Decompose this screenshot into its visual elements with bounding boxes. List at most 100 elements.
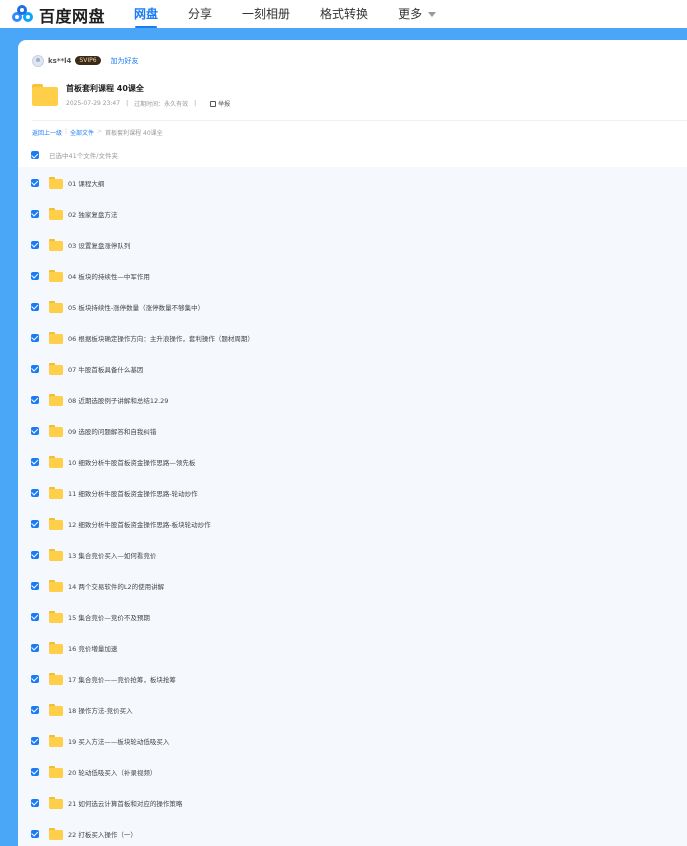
share-header: 首板套利课程 40课全 2025-07-29 23:47 | 过期时间：永久有效… [32,82,230,108]
file-row[interactable]: 15 集合竞价—竞价不及预期 [18,601,687,632]
sharer-username[interactable]: ks**l4 [48,57,71,65]
file-name[interactable]: 19 买入方法——板块轮动低吸买入 [68,736,169,746]
file-name[interactable]: 09 选股的问题解答和自我纠错 [68,426,156,436]
nav-more-label: 更多 [398,7,423,21]
row-checkbox[interactable] [31,767,39,776]
row-checkbox[interactable] [31,426,39,435]
file-name[interactable]: 01 课程大纲 [68,178,104,188]
row-checkbox[interactable] [31,829,39,838]
folder-icon [32,84,58,106]
file-row[interactable]: 01 课程大纲 [18,167,687,198]
file-row[interactable]: 12 细致分析牛股首板资金操作思路-板块轮动炒作 [18,508,687,539]
file-name[interactable]: 20 轮动低吸买入（补录视频） [68,767,156,777]
add-friend-link[interactable]: 加为好友 [111,56,139,66]
file-name[interactable]: 12 细致分析牛股首板资金操作思路-板块轮动炒作 [68,519,211,529]
row-checkbox[interactable] [31,550,39,559]
file-name[interactable]: 10 细致分析牛股首板资金操作思路—领先板 [68,457,195,467]
file-name[interactable]: 06 根据板块确定操作方向：主升浪操作，套利操作（题材周期） [68,333,254,343]
file-row[interactable]: 14 两个交易软件的L2的使用讲解 [18,570,687,601]
row-checkbox[interactable] [31,395,39,404]
file-name[interactable]: 14 两个交易软件的L2的使用讲解 [68,581,164,591]
file-name[interactable]: 21 如何选云计算首板和对应的操作策略 [68,798,182,808]
file-row[interactable]: 13 集合竞价买入—如何看竞价 [18,539,687,570]
nav-item-more[interactable]: 更多 [398,5,437,22]
row-checkbox[interactable] [31,271,39,280]
baidu-netdisk-logo[interactable]: 百度网盘 [12,3,105,27]
file-row[interactable]: 04 板块的持续性—中军作用 [18,260,687,291]
report-button[interactable]: 举报 [210,99,230,108]
row-checkbox[interactable] [31,488,39,497]
nav-item-convert[interactable]: 格式转换 [320,5,368,22]
file-row[interactable]: 05 板块持续性-涨停数量（涨停数量不够集中） [18,291,687,322]
row-checkbox[interactable] [31,643,39,652]
file-name[interactable]: 13 集合竞价买入—如何看竞价 [68,550,156,560]
file-name[interactable]: 11 细致分析牛股首板资金操作思路-轮动炒作 [68,488,198,498]
row-checkbox[interactable] [31,612,39,621]
file-name[interactable]: 22 打板买入操作（一） [68,829,137,839]
row-checkbox[interactable] [31,736,39,745]
file-name[interactable]: 03 设置复盘涨停队列 [68,240,130,250]
file-row[interactable]: 06 根据板块确定操作方向：主升浪操作，套利操作（题材周期） [18,322,687,353]
folder-icon [49,641,63,654]
file-row[interactable]: 07 牛股首板具备什么基因 [18,353,687,384]
file-name[interactable]: 08 近期选股例子讲解和总结12.29 [68,395,168,405]
file-name[interactable]: 02 独家复盘方法 [68,209,117,219]
file-name[interactable]: 15 集合竞价—竞价不及预期 [68,612,150,622]
share-title: 首板套利课程 40课全 [66,84,144,93]
folder-icon [49,703,63,716]
folder-icon [49,579,63,592]
row-checkbox[interactable] [31,798,39,807]
file-row[interactable]: 11 细致分析牛股首板资金操作思路-轮动炒作 [18,477,687,508]
folder-icon [49,486,63,499]
folder-icon [49,393,63,406]
file-row[interactable]: 02 独家复盘方法 [18,198,687,229]
row-checkbox[interactable] [31,705,39,714]
nav-item-netdisk[interactable]: 网盘 [134,5,158,28]
avatar[interactable] [32,54,44,67]
file-row[interactable]: 22 打板买入操作（一） [18,818,687,846]
nav-item-album[interactable]: 一刻相册 [242,5,290,22]
breadcrumb-back[interactable]: 返回上一级 [32,128,62,137]
breadcrumb-current: 首板套利课程 40课全 [105,130,163,137]
folder-icon [49,548,63,561]
nav-item-share[interactable]: 分享 [188,5,212,22]
file-name[interactable]: 16 竞价増量加速 [68,643,117,653]
file-row[interactable]: 08 近期选股例子讲解和总结12.29 [18,384,687,415]
breadcrumb-all-files[interactable]: 全部文件 [70,128,94,137]
file-name[interactable]: 07 牛股首板具备什么基因 [68,364,143,374]
row-checkbox[interactable] [31,333,39,342]
row-checkbox[interactable] [31,581,39,590]
file-row[interactable]: 20 轮动低吸买入（补录视频） [18,756,687,787]
file-row[interactable]: 03 设置复盘涨停队列 [18,229,687,260]
folder-icon [49,765,63,778]
file-name[interactable]: 05 板块持续性-涨停数量（涨停数量不够集中） [68,302,204,312]
row-checkbox[interactable] [31,178,39,187]
row-checkbox[interactable] [31,364,39,373]
row-checkbox[interactable] [31,240,39,249]
row-checkbox[interactable] [31,519,39,528]
file-name[interactable]: 18 操作方法-竞价买入 [68,705,133,715]
cloud-logo-icon [12,5,34,25]
row-checkbox[interactable] [31,302,39,311]
select-all-checkbox[interactable] [31,151,39,159]
report-icon [210,100,217,107]
folder-icon [49,331,63,344]
file-row[interactable]: 21 如何选云计算首板和对应的操作策略 [18,787,687,818]
file-row[interactable]: 18 操作方法-竞价买入 [18,694,687,725]
file-row[interactable]: 19 买入方法——板块轮动低吸买入 [18,725,687,756]
share-meta: 2025-07-29 23:47 | 过期时间：永久有效 | 举报 [66,99,231,108]
folder-icon [49,517,63,530]
file-row[interactable]: 10 细致分析牛股首板资金操作思路—领先板 [18,446,687,477]
main-nav: 网盘 分享 一刻相册 格式转换 更多 [134,5,466,28]
folder-icon [49,672,63,685]
file-row[interactable]: 09 选股的问题解答和自我纠错 [18,415,687,446]
row-checkbox[interactable] [31,209,39,218]
file-name[interactable]: 04 板块的持续性—中军作用 [68,271,150,281]
row-checkbox[interactable] [31,457,39,466]
file-row[interactable]: 16 竞价増量加速 [18,632,687,663]
folder-icon [49,610,63,623]
row-checkbox[interactable] [31,674,39,683]
selection-count: 已选中41个文件/文件夹 [49,152,118,160]
file-row[interactable]: 17 集合竞价——竞价抢筹，板块抢筹 [18,663,687,694]
file-name[interactable]: 17 集合竞价——竞价抢筹，板块抢筹 [68,674,176,684]
